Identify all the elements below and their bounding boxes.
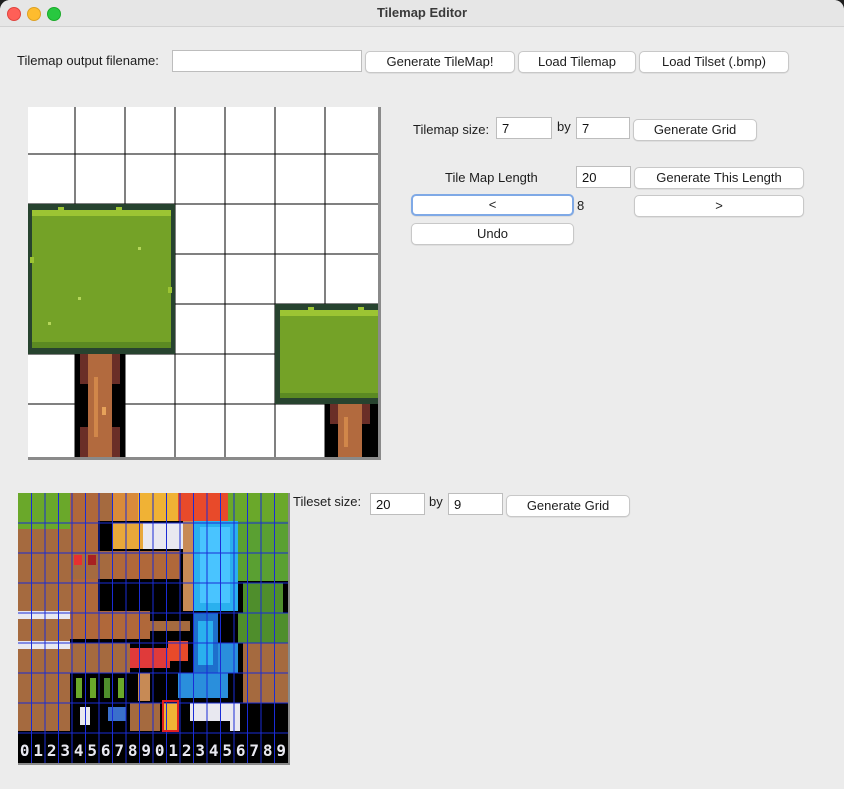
undo-button[interactable]: Undo (411, 223, 574, 245)
tilemap-by-label: by (557, 119, 571, 134)
tile-map-length-label: Tile Map Length (445, 170, 538, 185)
tileset-digit: 0 (155, 741, 165, 760)
tileset-digit: 7 (114, 741, 124, 760)
tileset-digit: 9 (141, 741, 151, 760)
tilemap-generate-grid-button[interactable]: Generate Grid (633, 119, 757, 141)
tileset-image: 01234567890123456789 (18, 493, 288, 763)
tilemap-canvas[interactable] (28, 107, 381, 460)
tileset-digit: 4 (209, 741, 219, 760)
tileset-digit: 0 (20, 741, 30, 760)
previous-button[interactable]: < (411, 194, 574, 216)
tileset-generate-grid-button[interactable]: Generate Grid (506, 495, 630, 517)
tileset-digit: 2 (47, 741, 57, 760)
tilemap-width-input[interactable] (496, 117, 552, 139)
app-window: Tilemap Editor Tilemap output filename: … (0, 0, 844, 789)
tilemap-grid (28, 107, 378, 457)
tileset-digit: 4 (74, 741, 84, 760)
tileset-digit: 3 (60, 741, 70, 760)
tileset-digit: 1 (33, 741, 43, 760)
generate-this-length-button[interactable]: Generate This Length (634, 167, 804, 189)
tilemap-height-input[interactable] (576, 117, 630, 139)
tileset-digit: 6 (101, 741, 111, 760)
next-button[interactable]: > (634, 195, 804, 217)
tileset-canvas[interactable]: 01234567890123456789 (18, 493, 290, 765)
tile-index-label: 8 (577, 198, 585, 213)
filename-label: Tilemap output filename: (17, 53, 159, 68)
load-tileset-button[interactable]: Load Tilset (.bmp) (639, 51, 789, 73)
tileset-digit: 6 (236, 741, 246, 760)
tile-map-length-input[interactable] (576, 166, 631, 188)
tileset-digit: 5 (222, 741, 232, 760)
tileset-digit: 9 (276, 741, 286, 760)
load-tilemap-button[interactable]: Load Tilemap (518, 51, 636, 73)
window-title: Tilemap Editor (376, 5, 468, 20)
tileset-height-input[interactable] (448, 493, 503, 515)
tileset-digit: 1 (168, 741, 178, 760)
generate-tilemap-button[interactable]: Generate TileMap! (365, 51, 515, 73)
tileset-digit: 8 (128, 741, 138, 760)
tileset-digit: 3 (195, 741, 205, 760)
tileset-size-label: Tileset size: (293, 494, 362, 509)
tileset-by-label: by (429, 494, 443, 509)
tileset-digit: 8 (263, 741, 273, 760)
tileset-digit: 2 (182, 741, 192, 760)
tileset-width-input[interactable] (370, 493, 425, 515)
filename-input[interactable] (172, 50, 362, 72)
tree-tile-small (275, 304, 378, 457)
tileset-digit: 7 (249, 741, 259, 760)
title-bar: Tilemap Editor (0, 0, 844, 27)
tileset-digit: 5 (87, 741, 97, 760)
tilemap-size-label: Tilemap size: (413, 122, 490, 137)
tree-tile-large (28, 204, 175, 457)
